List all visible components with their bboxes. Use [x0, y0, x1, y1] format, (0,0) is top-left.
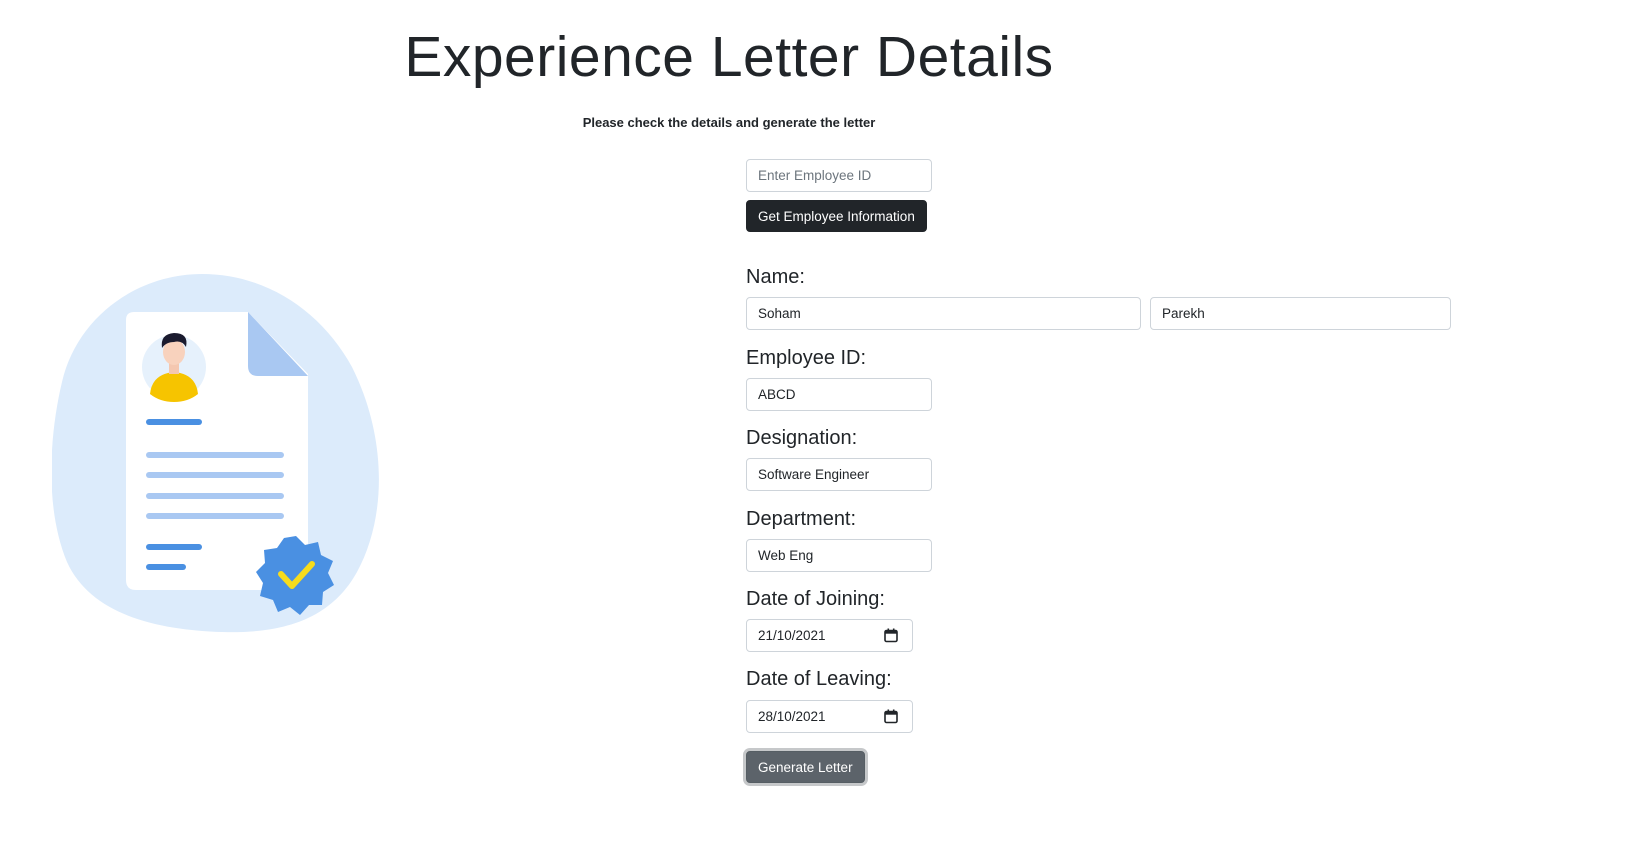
first-name-input[interactable]: [746, 297, 1141, 330]
page-subtitle: Please check the details and generate th…: [582, 115, 876, 130]
designation-input[interactable]: [746, 458, 932, 491]
department-label: Department:: [746, 508, 857, 530]
name-label: Name:: [746, 266, 805, 288]
get-employee-info-button[interactable]: Get Employee Information: [746, 200, 927, 232]
date-of-leaving-input[interactable]: 28/10/2021: [746, 700, 913, 733]
department-input[interactable]: [746, 539, 932, 572]
last-name-input[interactable]: [1150, 297, 1451, 330]
date-of-joining-label: Date of Joining:: [746, 588, 885, 610]
designation-label: Designation:: [746, 427, 858, 449]
date-of-leaving-value: 28/10/2021: [758, 709, 826, 724]
date-of-joining-input[interactable]: 21/10/2021: [746, 619, 913, 652]
calendar-icon[interactable]: [884, 628, 898, 643]
resume-illustration: [52, 274, 379, 633]
page-title: Experience Letter Details: [404, 25, 1054, 89]
employee-id-lookup-input[interactable]: [746, 159, 932, 192]
employee-id-label: Employee ID:: [746, 347, 867, 369]
date-of-leaving-label: Date of Leaving:: [746, 668, 892, 690]
date-of-joining-value: 21/10/2021: [758, 628, 826, 643]
employee-id-input[interactable]: [746, 378, 932, 411]
generate-letter-button[interactable]: Generate Letter: [746, 751, 865, 783]
calendar-icon[interactable]: [884, 709, 898, 724]
